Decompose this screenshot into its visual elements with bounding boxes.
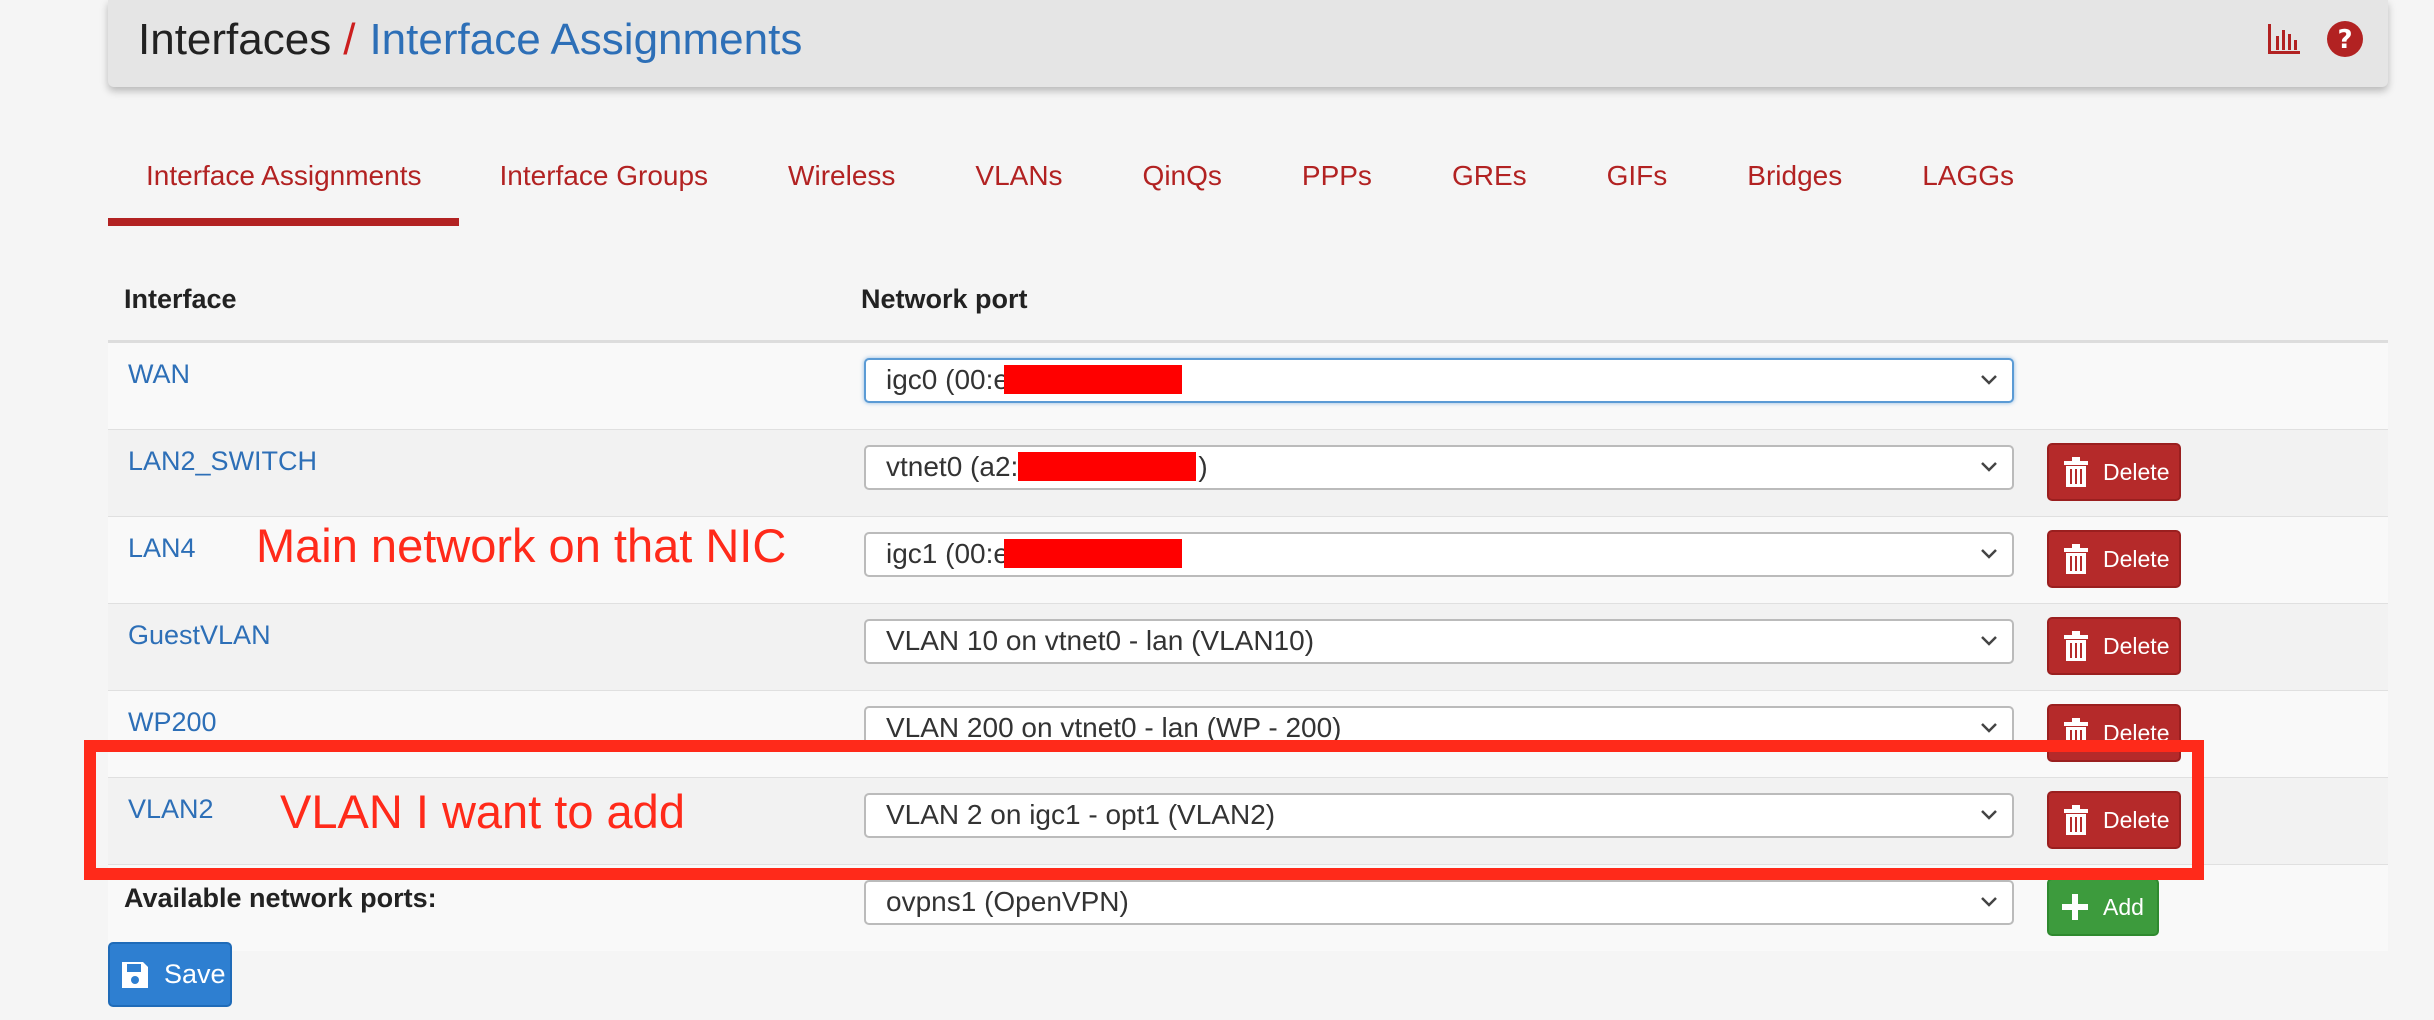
- add-label: Add: [2103, 893, 2144, 920]
- chevron-down-icon: [1981, 723, 1997, 733]
- delete-button[interactable]: Delete: [2047, 617, 2181, 675]
- header-network-port: Network port: [861, 284, 1028, 314]
- interface-link-lan2-switch[interactable]: LAN2_SWITCH: [128, 446, 317, 477]
- chart-icon[interactable]: [2266, 22, 2302, 56]
- network-port-select-guestvlan[interactable]: VLAN 10 on vtnet0 - lan (VLAN10): [864, 619, 2014, 664]
- chevron-down-icon: [1981, 549, 1997, 559]
- tab-vlans[interactable]: VLANs: [935, 140, 1102, 226]
- breadcrumb-bar: Interfaces / Interface Assignments ?: [108, 0, 2388, 87]
- interface-link-lan4[interactable]: LAN4: [128, 533, 196, 564]
- select-value: vtnet0 (a2:: [886, 451, 1019, 482]
- tab-gifs[interactable]: GIFs: [1567, 140, 1708, 226]
- table-row: LAN2_SWITCH vtnet0 (a2:) Delete: [108, 430, 2388, 517]
- table-row: GuestVLAN VLAN 10 on vtnet0 - lan (VLAN1…: [108, 604, 2388, 691]
- breadcrumb-current[interactable]: Interface Assignments: [369, 15, 802, 64]
- redaction-mark: [1018, 452, 1196, 481]
- interface-link-wan[interactable]: WAN: [128, 359, 190, 390]
- breadcrumb: Interfaces / Interface Assignments: [138, 12, 802, 68]
- tab-qinqs[interactable]: QinQs: [1103, 140, 1262, 226]
- redaction-mark: [1004, 539, 1182, 568]
- delete-label: Delete: [2103, 458, 2170, 485]
- save-button[interactable]: Save: [108, 942, 232, 1007]
- available-ports-label: Available network ports:: [124, 883, 437, 913]
- tab-bridges[interactable]: Bridges: [1707, 140, 1882, 226]
- chevron-down-icon: [1981, 462, 1997, 472]
- delete-label: Delete: [2103, 632, 2170, 659]
- interface-link-wp200[interactable]: WP200: [128, 707, 217, 738]
- header-icons: ?: [2266, 20, 2364, 58]
- tab-interface-assignments[interactable]: Interface Assignments: [108, 140, 460, 226]
- annotation-vlan-add: VLAN I want to add: [280, 785, 685, 838]
- trash-icon: [2064, 631, 2088, 661]
- header-interface: Interface: [124, 284, 237, 314]
- delete-button[interactable]: Delete: [2047, 530, 2181, 588]
- breadcrumb-separator: /: [343, 15, 356, 64]
- annotation-main-network: Main network on that NIC: [256, 519, 787, 572]
- delete-button[interactable]: Delete: [2047, 443, 2181, 501]
- floppy-disk-icon: [122, 961, 148, 988]
- interface-link-guestvlan[interactable]: GuestVLAN: [128, 620, 271, 651]
- network-port-select-wan[interactable]: igc0 (00:e: [864, 358, 2014, 403]
- redaction-mark: [1004, 365, 1182, 394]
- select-value: igc0 (00:e: [886, 364, 1009, 395]
- select-value-suffix: ): [1198, 451, 1208, 482]
- trash-icon: [2064, 544, 2088, 574]
- select-value: igc1 (00:e: [886, 538, 1009, 569]
- chevron-down-icon: [1981, 636, 1997, 646]
- tab-ppps[interactable]: PPPs: [1262, 140, 1412, 226]
- table-header: Interface Network port: [108, 262, 2388, 343]
- help-icon[interactable]: ?: [2326, 20, 2364, 58]
- plus-icon: [2062, 894, 2088, 920]
- network-port-select-lan4[interactable]: igc1 (00:e: [864, 532, 2014, 577]
- tab-wireless[interactable]: Wireless: [748, 140, 935, 226]
- tab-laggs[interactable]: LAGGs: [1882, 140, 2054, 226]
- tab-bar: Interface Assignments Interface Groups W…: [108, 140, 2054, 226]
- tab-gres[interactable]: GREs: [1412, 140, 1567, 226]
- select-value: VLAN 10 on vtnet0 - lan (VLAN10): [886, 625, 1315, 656]
- breadcrumb-root[interactable]: Interfaces: [138, 15, 331, 64]
- trash-icon: [2064, 457, 2088, 487]
- table-row: WAN igc0 (00:e: [108, 343, 2388, 430]
- delete-label: Delete: [2103, 545, 2170, 572]
- chevron-down-icon: [1981, 375, 1997, 385]
- network-port-select-lan2-switch[interactable]: vtnet0 (a2:): [864, 445, 2014, 490]
- svg-text:?: ?: [2337, 25, 2352, 55]
- add-button[interactable]: Add: [2047, 878, 2159, 936]
- available-port-select[interactable]: ovpns1 (OpenVPN): [864, 880, 2014, 925]
- select-value: ovpns1 (OpenVPN): [886, 886, 1129, 917]
- select-value: VLAN 200 on vtnet0 - lan (WP - 200): [886, 712, 1342, 743]
- tab-interface-groups[interactable]: Interface Groups: [459, 140, 748, 226]
- chevron-down-icon: [1981, 897, 1997, 907]
- save-label: Save: [164, 959, 226, 989]
